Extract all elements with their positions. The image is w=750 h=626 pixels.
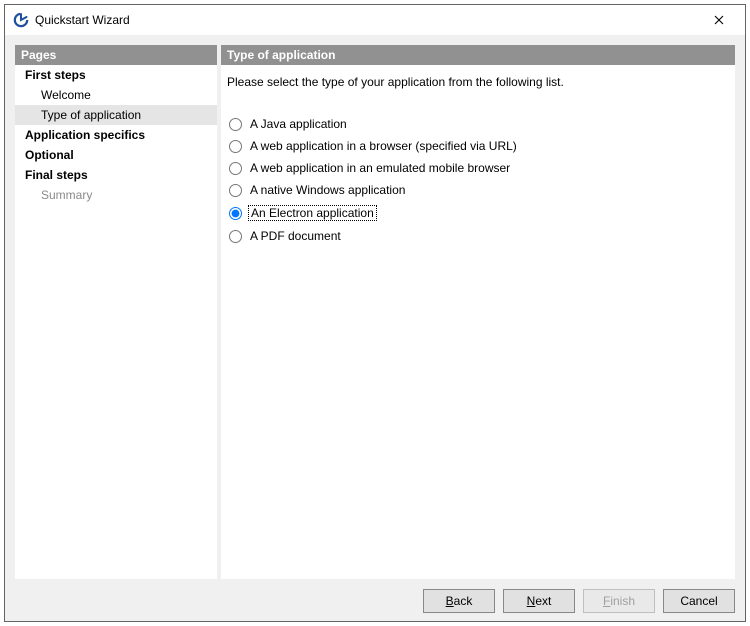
option-radio-4[interactable] (229, 207, 242, 220)
main-heading: Type of application (221, 45, 735, 65)
wizard-dialog: Quickstart Wizard Pages First stepsWelco… (4, 4, 746, 622)
option-label-0: A Java application (248, 117, 349, 131)
option-label-3: A native Windows application (248, 183, 407, 197)
sidebar-item-4[interactable]: Optional (15, 145, 217, 165)
main-body: Please select the type of your applicati… (221, 65, 735, 579)
next-button[interactable]: Next (503, 589, 575, 613)
options-group: A Java application A web application in a… (227, 113, 725, 247)
option-radio-2[interactable] (229, 162, 242, 175)
sidebar: Pages First stepsWelcomeType of applicat… (15, 45, 217, 579)
main-row: Pages First stepsWelcomeType of applicat… (15, 45, 735, 579)
finish-button[interactable]: Finish (583, 589, 655, 613)
option-radio-1[interactable] (229, 140, 242, 153)
option-radio-5[interactable] (229, 230, 242, 243)
option-row-5[interactable]: A PDF document (227, 225, 725, 247)
option-label-2: A web application in an emulated mobile … (248, 161, 512, 175)
sidebar-body: First stepsWelcomeType of applicationApp… (15, 65, 217, 579)
sidebar-item-0[interactable]: First steps (15, 65, 217, 85)
option-radio-3[interactable] (229, 184, 242, 197)
option-row-4[interactable]: An Electron application (227, 201, 725, 225)
back-button[interactable]: Back (423, 589, 495, 613)
button-row: Back Next Finish Cancel (15, 579, 735, 613)
main-pane: Type of application Please select the ty… (221, 45, 735, 579)
option-label-4: An Electron application (248, 205, 377, 221)
app-icon (13, 12, 29, 28)
sidebar-heading: Pages (15, 45, 217, 65)
sidebar-item-3[interactable]: Application specifics (15, 125, 217, 145)
option-label-5: A PDF document (248, 229, 343, 243)
sidebar-item-5[interactable]: Final steps (15, 165, 217, 185)
titlebar: Quickstart Wizard (5, 5, 745, 35)
cancel-button[interactable]: Cancel (663, 589, 735, 613)
option-row-0[interactable]: A Java application (227, 113, 725, 135)
option-radio-0[interactable] (229, 118, 242, 131)
close-button[interactable] (697, 6, 741, 34)
window-title: Quickstart Wizard (35, 13, 697, 27)
intro-text: Please select the type of your applicati… (227, 75, 725, 89)
option-label-1: A web application in a browser (specifie… (248, 139, 519, 153)
sidebar-item-6[interactable]: Summary (15, 185, 217, 205)
option-row-2[interactable]: A web application in an emulated mobile … (227, 157, 725, 179)
option-row-3[interactable]: A native Windows application (227, 179, 725, 201)
content-wrap: Pages First stepsWelcomeType of applicat… (5, 35, 745, 621)
sidebar-item-2[interactable]: Type of application (15, 105, 217, 125)
sidebar-item-1[interactable]: Welcome (15, 85, 217, 105)
option-row-1[interactable]: A web application in a browser (specifie… (227, 135, 725, 157)
